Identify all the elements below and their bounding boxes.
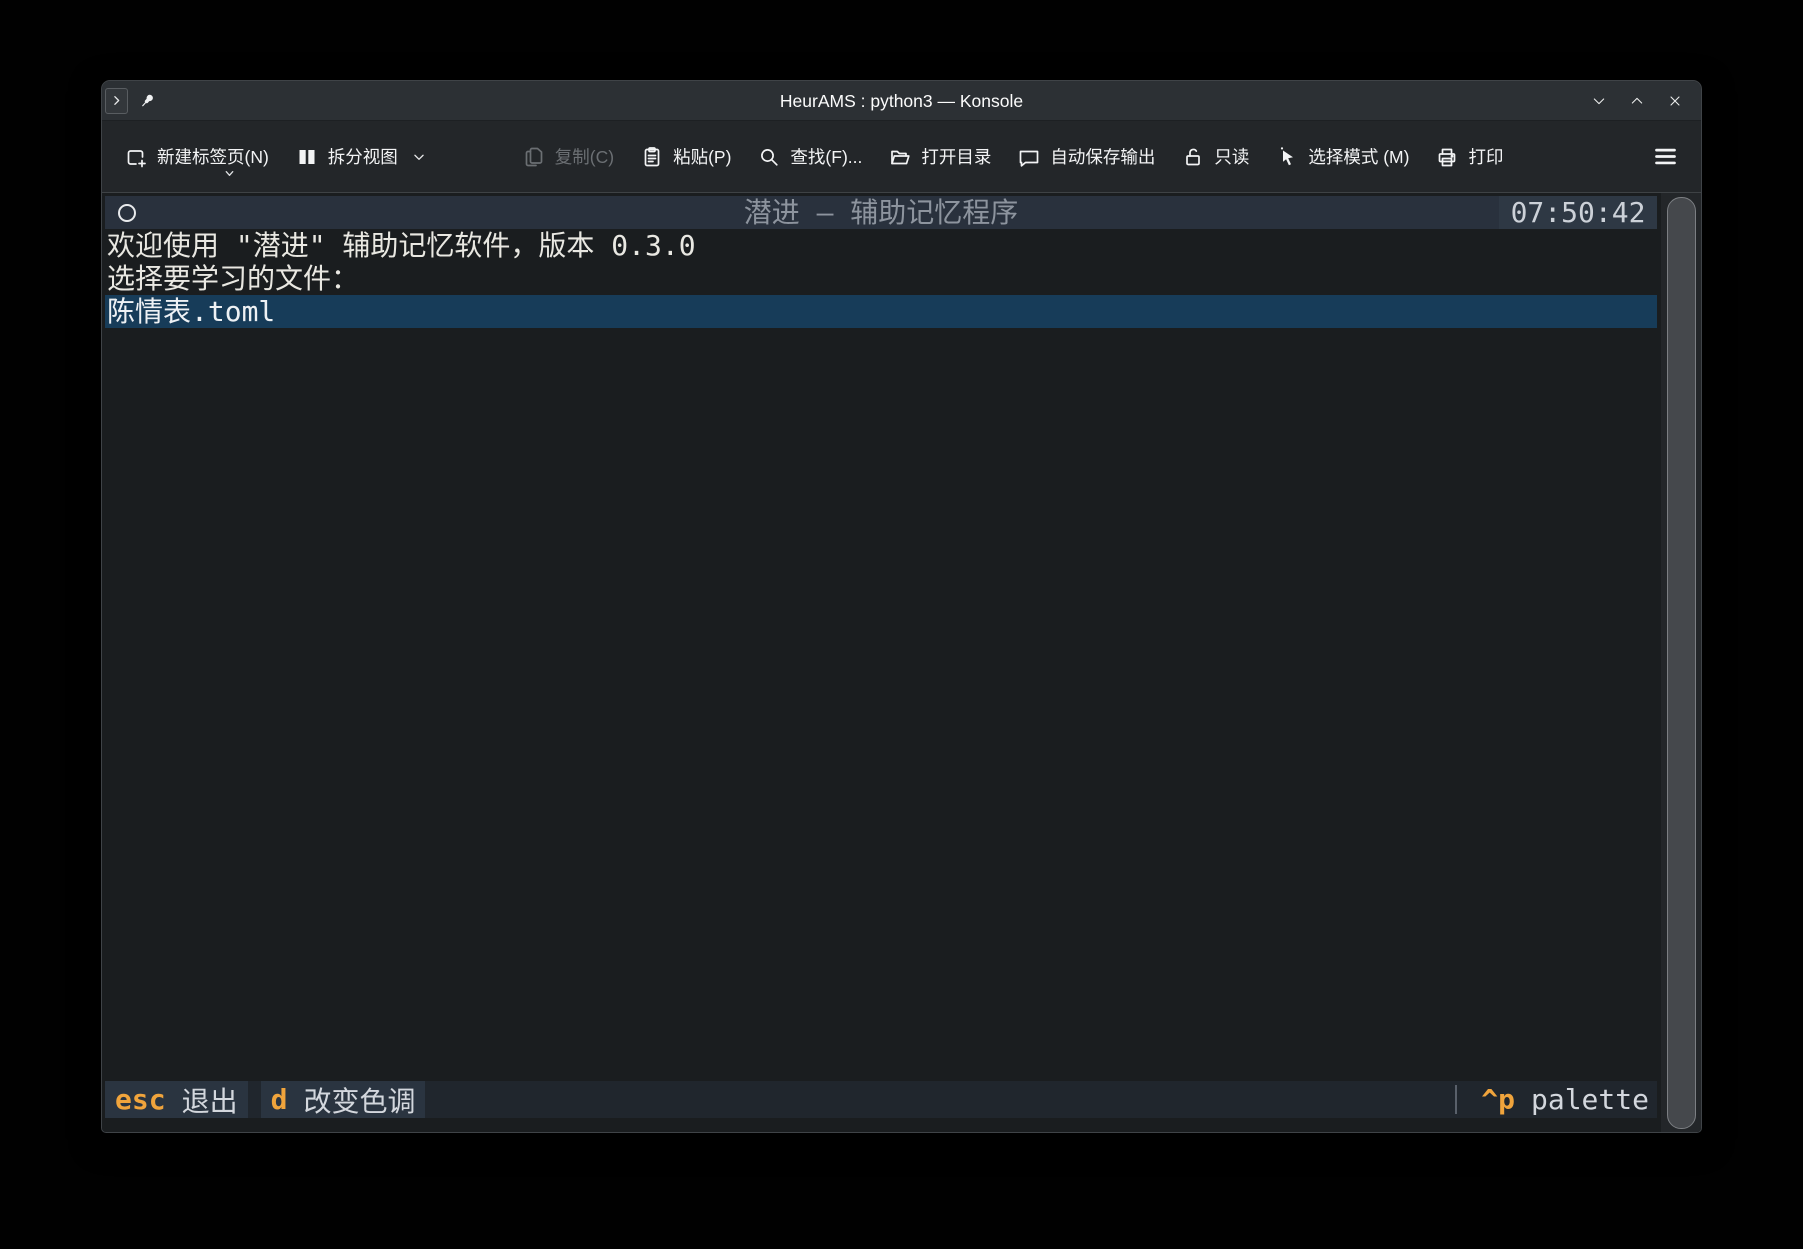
toolbar-print-button[interactable]: 打印: [1435, 144, 1503, 169]
toolbar-label: 打开目录: [921, 144, 991, 169]
split-view-icon: [295, 145, 319, 169]
expand-toolbox-button[interactable]: [105, 88, 128, 114]
chevron-up-icon: [1629, 93, 1645, 109]
footer-spacer: [438, 1081, 1455, 1118]
toolbar-label: 选择模式 (M): [1308, 144, 1409, 169]
key-ctrl-p: ^p: [1481, 1083, 1515, 1116]
toolbar-autosave-output-button[interactable]: 自动保存输出: [1017, 144, 1155, 169]
konsole-window: HeurAMS : python3 — Konsole 新建标签页(N): [101, 80, 1702, 1133]
minimize-button[interactable]: [1591, 93, 1607, 109]
toolbar-label: 新建标签页(N): [157, 144, 269, 169]
toolbar-label: 拆分视图: [328, 144, 398, 169]
toolbar-read-only-button[interactable]: 只读: [1181, 144, 1249, 169]
app-footer: esc 退出 d 改变色调 ^p palette: [105, 1081, 1657, 1118]
close-icon: [1667, 93, 1683, 109]
lock-open-icon: [1181, 145, 1205, 169]
folder-open-icon: [888, 145, 912, 169]
footer-command-palette[interactable]: ^p palette: [1471, 1081, 1657, 1118]
paste-icon: [640, 145, 664, 169]
window-controls: [1591, 93, 1701, 109]
toolbar-copy-button: 复制(C): [522, 144, 614, 169]
toolbar-menu-button[interactable]: [1652, 143, 1679, 170]
binding-label: 退出: [182, 1080, 238, 1120]
footer-binding-change-theme[interactable]: d 改变色调: [261, 1081, 426, 1118]
window-title: HeurAMS : python3 — Konsole: [780, 81, 1023, 121]
titlebar[interactable]: HeurAMS : python3 — Konsole: [102, 81, 1701, 121]
scrollbar[interactable]: [1661, 193, 1701, 1133]
search-icon: [757, 145, 781, 169]
close-button[interactable]: [1667, 93, 1683, 109]
scrollbar-thumb[interactable]: [1667, 197, 1696, 1129]
toolbar-new-tab-button[interactable]: 新建标签页(N): [124, 144, 269, 169]
palette-label: palette: [1531, 1083, 1649, 1116]
toolbar-label: 只读: [1214, 144, 1249, 169]
terminal-area[interactable]: 潜进 – 辅助记忆程序 07:50:42 欢迎使用 "潜进" 辅助记忆软件，版本…: [102, 193, 1701, 1133]
footer-divider: [1455, 1085, 1457, 1114]
pin-icon[interactable]: [138, 92, 156, 110]
toolbar-paste-button[interactable]: 粘贴(P): [640, 144, 731, 169]
app-header-circle-icon[interactable]: [118, 204, 136, 222]
popup-arrow-icon: [224, 168, 235, 179]
toolbar-label: 查找(F)...: [790, 144, 862, 169]
file-list-item-selected[interactable]: 陈情表.toml: [105, 295, 1657, 328]
app-header: 潜进 – 辅助记忆程序 07:50:42: [105, 196, 1657, 229]
maximize-button[interactable]: [1629, 93, 1645, 109]
key-d: d: [271, 1083, 288, 1116]
toolbar: 新建标签页(N) 拆分视图 复制(C) 粘贴(P): [102, 121, 1701, 193]
chevron-right-icon: [110, 94, 123, 107]
output-bubble-icon: [1017, 145, 1041, 169]
chevron-down-icon: [412, 150, 426, 164]
toolbar-find-button[interactable]: 查找(F)...: [757, 144, 862, 169]
tab-new-icon: [124, 145, 148, 169]
cursor-icon: [1275, 145, 1299, 169]
toolbar-label: 复制(C): [555, 144, 614, 169]
chevron-down-icon: [1591, 93, 1607, 109]
printer-icon: [1435, 145, 1459, 169]
toolbar-label: 自动保存输出: [1050, 144, 1155, 169]
hamburger-menu-icon: [1652, 143, 1679, 170]
toolbar-label: 打印: [1468, 144, 1503, 169]
toolbar-label: 粘贴(P): [673, 144, 731, 169]
terminal-line-prompt: 选择要学习的文件：: [105, 262, 1657, 295]
footer-binding-quit[interactable]: esc 退出: [105, 1081, 248, 1118]
copy-icon: [522, 145, 546, 169]
toolbar-open-directory-button[interactable]: 打开目录: [888, 144, 991, 169]
app-clock: 07:50:42: [1499, 196, 1657, 229]
binding-label: 改变色调: [303, 1080, 415, 1120]
toolbar-split-view-button[interactable]: 拆分视图: [295, 144, 426, 169]
toolbar-select-mode-button[interactable]: 选择模式 (M): [1275, 144, 1409, 169]
app-title: 潜进 – 辅助记忆程序: [744, 196, 1019, 229]
titlebar-left-tools: [102, 88, 156, 114]
key-esc: esc: [115, 1083, 166, 1116]
terminal-line-welcome: 欢迎使用 "潜进" 辅助记忆软件，版本 0.3.0: [105, 229, 1657, 262]
tui-app: 潜进 – 辅助记忆程序 07:50:42 欢迎使用 "潜进" 辅助记忆软件，版本…: [105, 196, 1657, 328]
